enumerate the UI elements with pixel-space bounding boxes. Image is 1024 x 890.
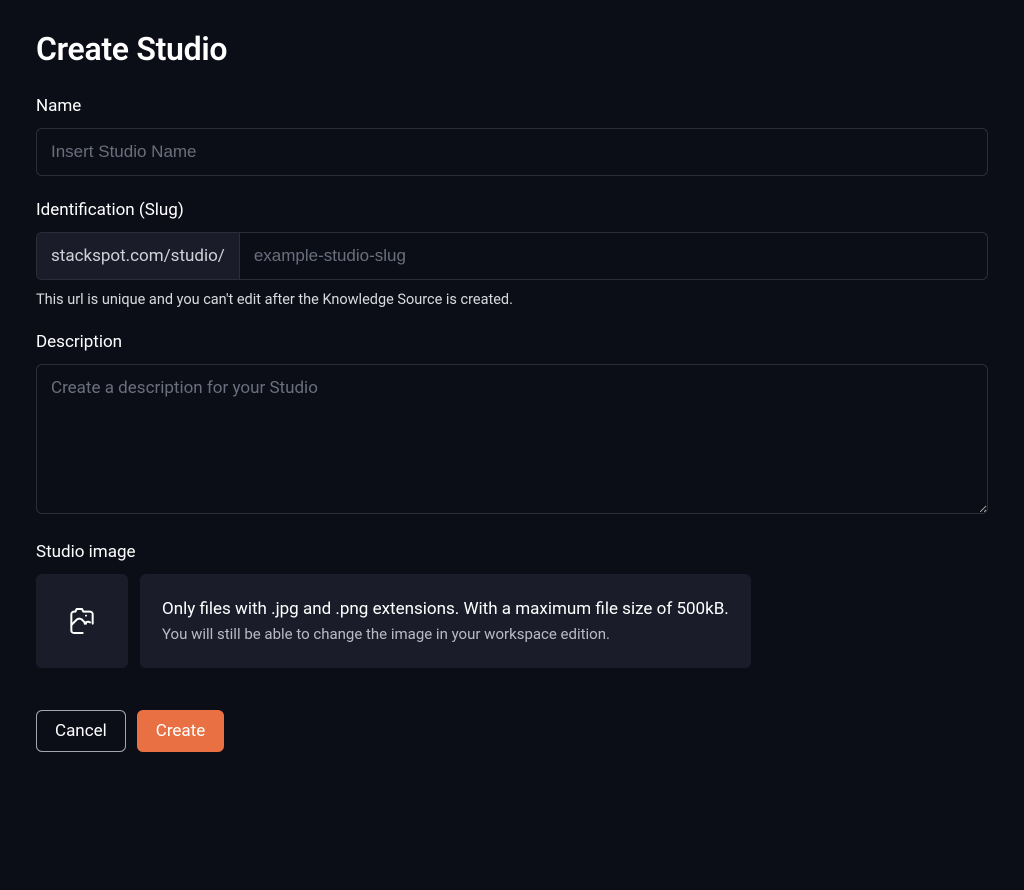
- description-label: Description: [36, 332, 988, 352]
- image-field-group: Studio image Only files with .jpg and .p…: [36, 542, 988, 668]
- image-info-panel: Only files with .jpg and .png extensions…: [140, 574, 751, 668]
- page-title: Create Studio: [36, 30, 988, 68]
- description-field-group: Description: [36, 332, 988, 518]
- image-upload-button[interactable]: [36, 574, 128, 668]
- name-label: Name: [36, 96, 988, 116]
- slug-prefix: stackspot.com/studio/: [37, 233, 240, 279]
- slug-field-group: Identification (Slug) stackspot.com/stud…: [36, 200, 988, 308]
- slug-input[interactable]: [240, 233, 987, 279]
- cancel-button[interactable]: Cancel: [36, 710, 126, 752]
- create-button[interactable]: Create: [137, 710, 225, 752]
- description-input[interactable]: [36, 364, 988, 514]
- slug-label: Identification (Slug): [36, 200, 988, 220]
- slug-help-text: This url is unique and you can't edit af…: [36, 291, 988, 308]
- image-info-primary: Only files with .jpg and .png extensions…: [162, 599, 729, 619]
- image-label: Studio image: [36, 542, 988, 562]
- image-section: Only files with .jpg and .png extensions…: [36, 574, 988, 668]
- name-input[interactable]: [36, 128, 988, 176]
- button-row: Cancel Create: [36, 710, 988, 752]
- image-icon: [66, 605, 98, 637]
- name-field-group: Name: [36, 96, 988, 176]
- slug-container: stackspot.com/studio/: [36, 232, 988, 280]
- image-info-secondary: You will still be able to change the ima…: [162, 625, 729, 643]
